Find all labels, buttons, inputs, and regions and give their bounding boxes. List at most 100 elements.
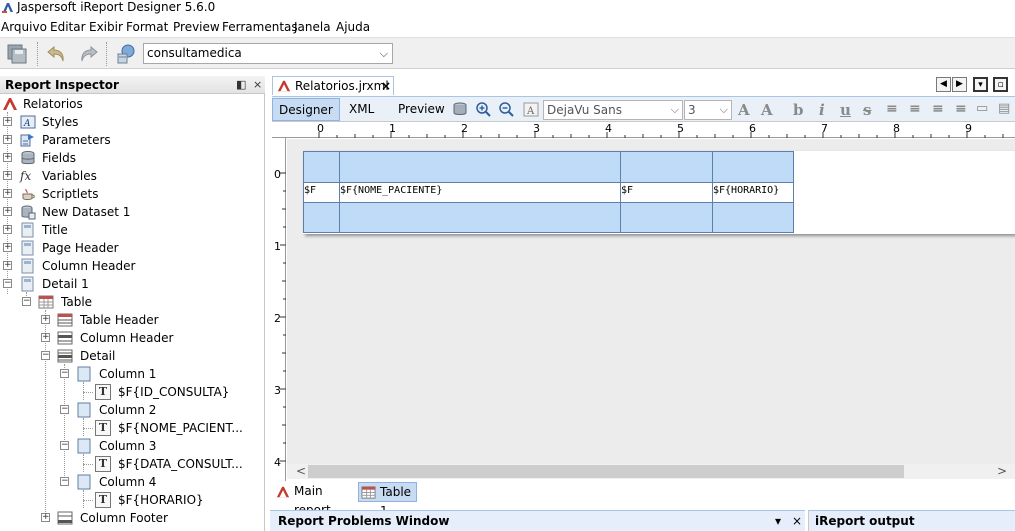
- tree-item-variables[interactable]: + fx Variables: [0, 167, 265, 185]
- tree-item-scriptlets[interactable]: + Scriptlets: [0, 185, 265, 203]
- increase-font-icon[interactable]: A: [738, 101, 750, 119]
- datasource-toggle-icon[interactable]: [452, 101, 469, 118]
- table-footer-cell[interactable]: [620, 202, 713, 233]
- expand-icon[interactable]: +: [3, 171, 12, 180]
- tree-item-column-4[interactable]: − Column 4: [0, 473, 265, 491]
- expand-icon[interactable]: +: [41, 333, 50, 342]
- table-footer-cell[interactable]: [303, 202, 340, 233]
- expand-icon[interactable]: +: [3, 135, 12, 144]
- menu-editar[interactable]: Editar: [50, 19, 86, 35]
- close-icon[interactable]: ×: [792, 514, 802, 528]
- tab-designer[interactable]: Designer: [272, 98, 340, 121]
- expand-icon[interactable]: +: [3, 153, 12, 162]
- tab-table-1[interactable]: Table 1: [358, 482, 417, 518]
- menu-preview[interactable]: Preview: [173, 19, 220, 35]
- expand-icon[interactable]: +: [3, 225, 12, 234]
- table-header-cell[interactable]: [339, 151, 621, 183]
- report-problems-panel[interactable]: Report Problems Window ▾ ×: [270, 510, 805, 531]
- horizontal-scrollbar[interactable]: < >: [287, 464, 1015, 479]
- minimize-panel-icon[interactable]: ▾: [775, 514, 781, 528]
- expand-icon[interactable]: +: [3, 207, 12, 216]
- align-right-icon[interactable]: ≡: [955, 101, 967, 117]
- scrollbar-thumb[interactable]: [308, 465, 904, 478]
- design-canvas[interactable]: $F $F{NOME_PACIENTE} $F $F{HORARIO}: [287, 139, 1015, 464]
- tree-item-table[interactable]: − Table: [0, 293, 265, 311]
- tab-list-icon[interactable]: ▾: [973, 77, 988, 92]
- tab-xml[interactable]: XML: [343, 98, 380, 121]
- menu-format[interactable]: Format: [126, 19, 168, 35]
- strikethrough-icon[interactable]: s: [863, 101, 871, 119]
- font-size-select[interactable]: 3 ⌵: [684, 100, 732, 120]
- tree-item-field-horario[interactable]: T $F{HORARIO}: [0, 491, 265, 509]
- italic-icon[interactable]: i: [819, 101, 825, 119]
- tree-item-table-detail[interactable]: − Detail: [0, 347, 265, 365]
- tree-item-column-1[interactable]: − Column 1: [0, 365, 265, 383]
- tree-item-page-header[interactable]: + Page Header: [0, 239, 265, 257]
- table-header-cell[interactable]: [620, 151, 713, 183]
- tree-item-fields[interactable]: + Fields: [0, 149, 265, 167]
- undo-icon[interactable]: [45, 42, 69, 66]
- table-detail-cell[interactable]: $F{NOME_PACIENTE}: [339, 182, 621, 203]
- tree-item-styles[interactable]: + A Styles: [0, 113, 265, 131]
- menu-ferramentas[interactable]: Ferramentas: [222, 19, 298, 35]
- scroll-right-arrow-icon[interactable]: >: [997, 464, 1007, 478]
- font-icon[interactable]: A: [523, 101, 540, 118]
- tree-item-field-data-consulta[interactable]: T $F{DATA_CONSULT...: [0, 455, 265, 473]
- tree-item-column-footer[interactable]: + Column Footer: [0, 509, 265, 527]
- align-center-icon[interactable]: ≡: [932, 101, 944, 117]
- tree-item-field-nome-paciente[interactable]: T $F{NOME_PACIENT...: [0, 419, 265, 437]
- tab-main-report[interactable]: Main report: [274, 482, 354, 517]
- tree-root[interactable]: Relatorios: [0, 95, 265, 113]
- expand-icon[interactable]: +: [41, 315, 50, 324]
- table-header-cell[interactable]: [712, 151, 794, 183]
- collapse-icon[interactable]: −: [22, 297, 31, 306]
- underline-icon[interactable]: u: [840, 101, 851, 119]
- table-detail-cell[interactable]: $F{HORARIO}: [712, 182, 794, 203]
- expand-icon[interactable]: +: [3, 189, 12, 198]
- tree-item-parameters[interactable]: + Parameters: [0, 131, 265, 149]
- scroll-right-icon[interactable]: ▶: [952, 77, 967, 92]
- collapse-icon[interactable]: −: [60, 477, 69, 486]
- datasource-select[interactable]: consultamedica ⌵: [143, 43, 393, 64]
- tree-item-field-id-consulta[interactable]: T $F{ID_CONSULTA}: [0, 383, 265, 401]
- expand-icon[interactable]: +: [3, 117, 12, 126]
- align-left-icon[interactable]: ≡: [886, 101, 898, 117]
- tree-item-table-column-header[interactable]: + Column Header: [0, 329, 265, 347]
- collapse-icon[interactable]: −: [60, 369, 69, 378]
- padding-icon[interactable]: ▭: [976, 101, 988, 116]
- close-icon[interactable]: ×: [253, 78, 262, 91]
- table-footer-cell[interactable]: [712, 202, 794, 233]
- table-footer-cell[interactable]: [339, 202, 621, 233]
- tree-item-column-2[interactable]: − Column 2: [0, 401, 265, 419]
- menu-arquivo[interactable]: Arquivo: [1, 19, 47, 35]
- redo-icon[interactable]: [76, 42, 100, 66]
- datasource-icon[interactable]: [114, 42, 138, 66]
- tree-item-detail-1[interactable]: − Detail 1: [0, 275, 265, 293]
- align-justify-icon[interactable]: ≡: [909, 101, 921, 117]
- tab-preview[interactable]: Preview: [392, 98, 451, 121]
- bold-icon[interactable]: b: [793, 101, 804, 119]
- table-detail-cell[interactable]: $F: [303, 182, 340, 203]
- collapse-icon[interactable]: −: [60, 441, 69, 450]
- decrease-font-icon[interactable]: A: [761, 101, 773, 119]
- menu-janela[interactable]: Janela: [294, 19, 331, 35]
- zoom-in-icon[interactable]: [475, 101, 492, 118]
- expand-icon[interactable]: +: [41, 513, 50, 522]
- tree-item-column-header[interactable]: + Column Header: [0, 257, 265, 275]
- menu-exibir[interactable]: Exibir: [89, 19, 123, 35]
- tree-item-column-3[interactable]: − Column 3: [0, 437, 265, 455]
- maximize-icon[interactable]: ▫: [993, 77, 1008, 92]
- collapse-icon[interactable]: −: [3, 279, 12, 288]
- expand-icon[interactable]: +: [3, 243, 12, 252]
- close-icon[interactable]: ×: [381, 79, 391, 93]
- zoom-out-icon[interactable]: [498, 101, 515, 118]
- tree-item-new-dataset[interactable]: + New Dataset 1: [0, 203, 265, 221]
- save-all-icon[interactable]: [5, 42, 29, 66]
- tree-item-title[interactable]: + Title: [0, 221, 265, 239]
- table-detail-cell[interactable]: $F: [620, 182, 713, 203]
- tab-relatorios-jrxml[interactable]: Relatorios.jrxml ×: [272, 76, 394, 95]
- ireport-output-panel[interactable]: iReport output: [808, 510, 1015, 531]
- scroll-left-arrow-icon[interactable]: <: [296, 464, 306, 478]
- expand-icon[interactable]: +: [3, 261, 12, 270]
- menu-ajuda[interactable]: Ajuda: [336, 19, 370, 35]
